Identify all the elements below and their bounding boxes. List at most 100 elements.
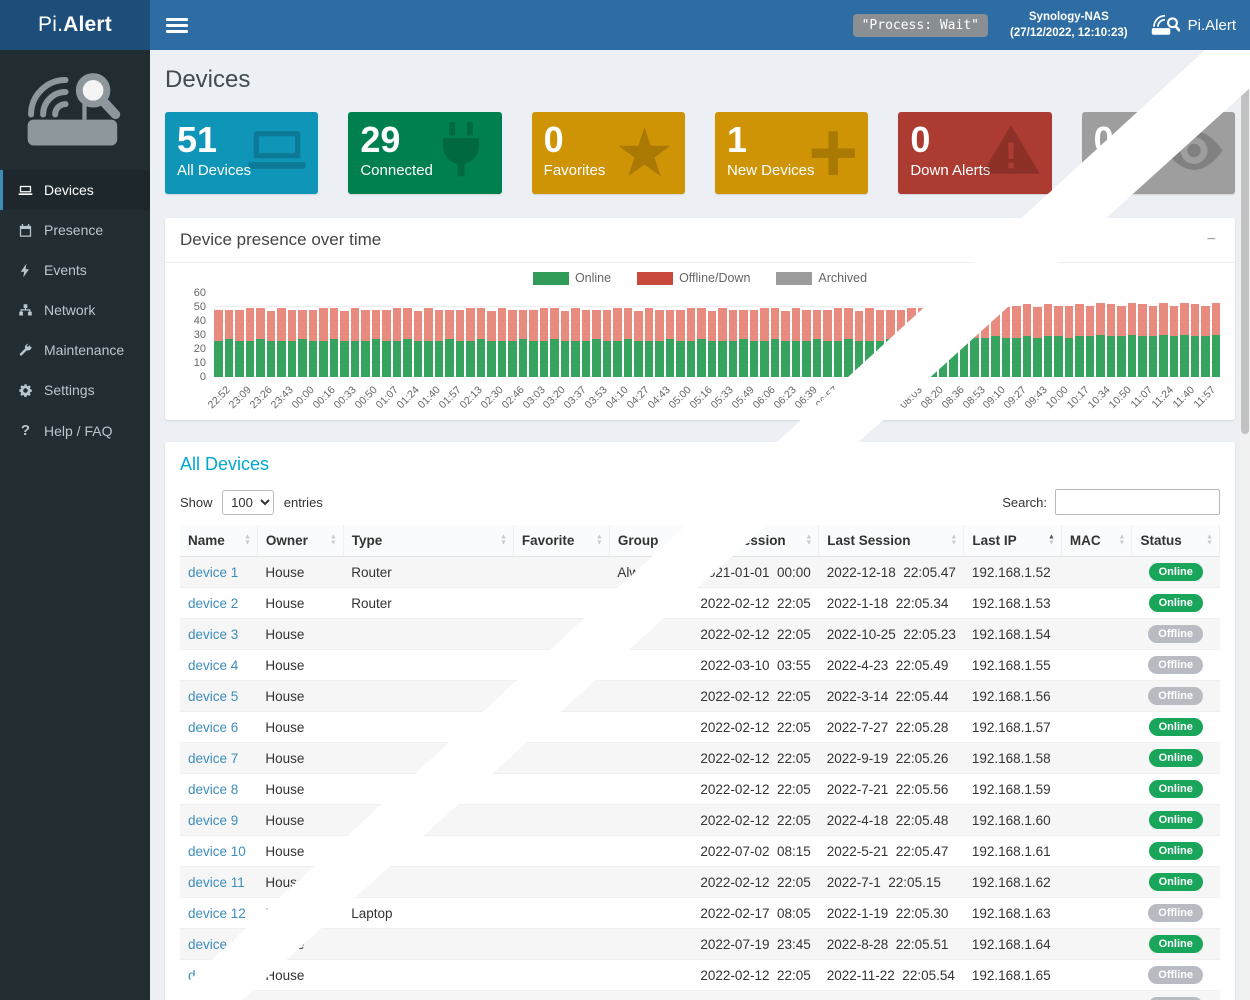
sidebar-item-label: Presence xyxy=(44,222,103,238)
sidebar-item-help-faq[interactable]: ?Help / FAQ xyxy=(0,410,150,451)
presence-bar xyxy=(708,311,717,377)
presence-bar xyxy=(907,308,916,377)
cell-type xyxy=(343,867,513,898)
cell-type xyxy=(343,774,513,805)
column-header-last-session[interactable]: Last Session▲▼ xyxy=(819,525,964,557)
collapse-icon[interactable]: − xyxy=(1203,231,1220,249)
wrench-icon xyxy=(17,343,34,358)
table-title: All Devices xyxy=(180,454,1220,475)
presence-bar xyxy=(1170,306,1179,377)
device-link[interactable]: device 12 xyxy=(188,906,246,921)
cell-status: Offline xyxy=(1132,898,1220,929)
column-header-first-session[interactable]: First Session▲▼ xyxy=(692,525,818,557)
column-header-favorite[interactable]: Favorite▲▼ xyxy=(513,525,609,557)
show-label: Show xyxy=(180,495,213,510)
sidebar-item-devices[interactable]: Devices xyxy=(0,170,150,210)
legend-archived[interactable]: Archived xyxy=(776,271,867,285)
presence-bar xyxy=(424,308,433,377)
cell-last-ip: 192.168.1.54 xyxy=(964,619,1062,650)
cell-last-session: 2022-7-21 22:05.56 xyxy=(819,774,964,805)
column-header-type[interactable]: Type▲▼ xyxy=(343,525,513,557)
presence-bar xyxy=(729,310,738,377)
cell-owner: House xyxy=(257,867,343,898)
cell-status: Online xyxy=(1132,929,1220,960)
cell-status: Offline xyxy=(1132,650,1220,681)
stat-card-down-alerts[interactable]: 0Down Alerts xyxy=(898,112,1051,194)
column-header-name[interactable]: Name▲▼ xyxy=(180,525,257,557)
column-header-group[interactable]: Group▲▼ xyxy=(609,525,692,557)
presence-bar xyxy=(540,308,549,377)
sidebar: Devices Presence EventsNetworkMaintenanceS… xyxy=(0,50,150,1000)
legend-offline-down[interactable]: Offline/Down xyxy=(637,271,750,285)
stat-card-archived[interactable]: 0Archived xyxy=(1082,112,1235,194)
sidebar-item-events[interactable]: Events xyxy=(0,250,150,290)
device-row: device 11House2022-02-12 22:052022-7-1 2… xyxy=(180,867,1220,898)
sort-icon: ▲▼ xyxy=(950,534,957,547)
column-header-status[interactable]: Status▲▼ xyxy=(1132,525,1220,557)
status-badge: Offline xyxy=(1148,904,1203,922)
device-link[interactable]: device 10 xyxy=(188,844,246,859)
cell-first-session: 2022-07-02 08:15 xyxy=(692,836,818,867)
cell-mac xyxy=(1061,774,1132,805)
presence-bar xyxy=(372,310,381,377)
column-header-last-ip[interactable]: Last IP▲▼ xyxy=(964,525,1062,557)
device-link[interactable]: device 3 xyxy=(188,627,238,642)
cell-mac xyxy=(1061,836,1132,867)
device-link[interactable]: device 5 xyxy=(188,689,238,704)
device-link[interactable]: device 4 xyxy=(188,658,238,673)
column-header-owner[interactable]: Owner▲▼ xyxy=(257,525,343,557)
device-link[interactable]: device 1 xyxy=(188,565,238,580)
presence-bar xyxy=(466,308,475,377)
question-icon: ? xyxy=(17,422,34,439)
sidebar-item-maintenance[interactable]: Maintenance xyxy=(0,330,150,370)
legend-label: Offline/Down xyxy=(679,271,750,285)
cell-type: Router xyxy=(343,588,513,619)
status-badge: Offline xyxy=(1148,966,1203,984)
cell-group xyxy=(609,929,692,960)
stat-card-all-devices[interactable]: 51All Devices xyxy=(165,112,318,194)
presence-bar xyxy=(876,310,885,377)
legend-swatch xyxy=(533,272,569,285)
stat-card-connected[interactable]: 29Connected xyxy=(348,112,501,194)
device-link[interactable]: device 13 xyxy=(188,937,246,952)
cell-last-ip: 192.168.1.65 xyxy=(964,960,1062,991)
app-logo[interactable]: Pi.Alert xyxy=(0,0,150,50)
presence-bar xyxy=(939,308,948,377)
cell-owner: House xyxy=(257,743,343,774)
page-length-select[interactable]: 100 xyxy=(222,490,274,515)
scrollbar[interactable] xyxy=(1240,50,1250,1000)
sidebar-item-presence[interactable]: Presence xyxy=(0,210,150,250)
search-input[interactable] xyxy=(1055,489,1220,515)
device-link[interactable]: device 6 xyxy=(188,720,238,735)
scrollbar-thumb[interactable] xyxy=(1241,56,1249,434)
device-link[interactable]: device 11 xyxy=(188,875,245,890)
device-link[interactable]: device 9 xyxy=(188,813,238,828)
device-link[interactable]: device 8 xyxy=(188,782,238,797)
nav-app-brand[interactable]: Pi.Alert xyxy=(1150,13,1236,37)
presence-bar xyxy=(1149,306,1158,377)
presence-bar xyxy=(634,311,643,377)
cell-status: Online xyxy=(1132,588,1220,619)
stat-card-favorites[interactable]: 0Favorites★ xyxy=(532,112,685,194)
sidebar-toggle-icon[interactable] xyxy=(166,15,188,36)
device-link[interactable]: device 7 xyxy=(188,751,238,766)
legend-online[interactable]: Online xyxy=(533,271,611,285)
presence-bar xyxy=(918,308,927,377)
cell-mac xyxy=(1061,960,1132,991)
app-logo-suffix: Alert xyxy=(63,13,112,37)
cell-type xyxy=(343,619,513,650)
sidebar-item-settings[interactable]: Settings xyxy=(0,370,150,410)
presence-bar xyxy=(571,308,580,377)
device-link[interactable]: device 14 xyxy=(188,968,246,983)
cell-last-session: 2022-3-14 22:05.44 xyxy=(819,681,964,712)
sidebar-item-network[interactable]: Network xyxy=(0,290,150,330)
cell-favorite xyxy=(513,960,609,991)
cell-mac xyxy=(1061,557,1132,588)
column-header-mac[interactable]: MAC▲▼ xyxy=(1061,525,1132,557)
legend-label: Online xyxy=(575,271,611,285)
sort-icon: ▲▼ xyxy=(1119,534,1126,547)
stat-card-new-devices[interactable]: 1New Devices+ xyxy=(715,112,868,194)
sort-icon: ▲▼ xyxy=(596,534,603,547)
presence-bar xyxy=(1138,304,1147,377)
device-link[interactable]: device 2 xyxy=(188,596,238,611)
